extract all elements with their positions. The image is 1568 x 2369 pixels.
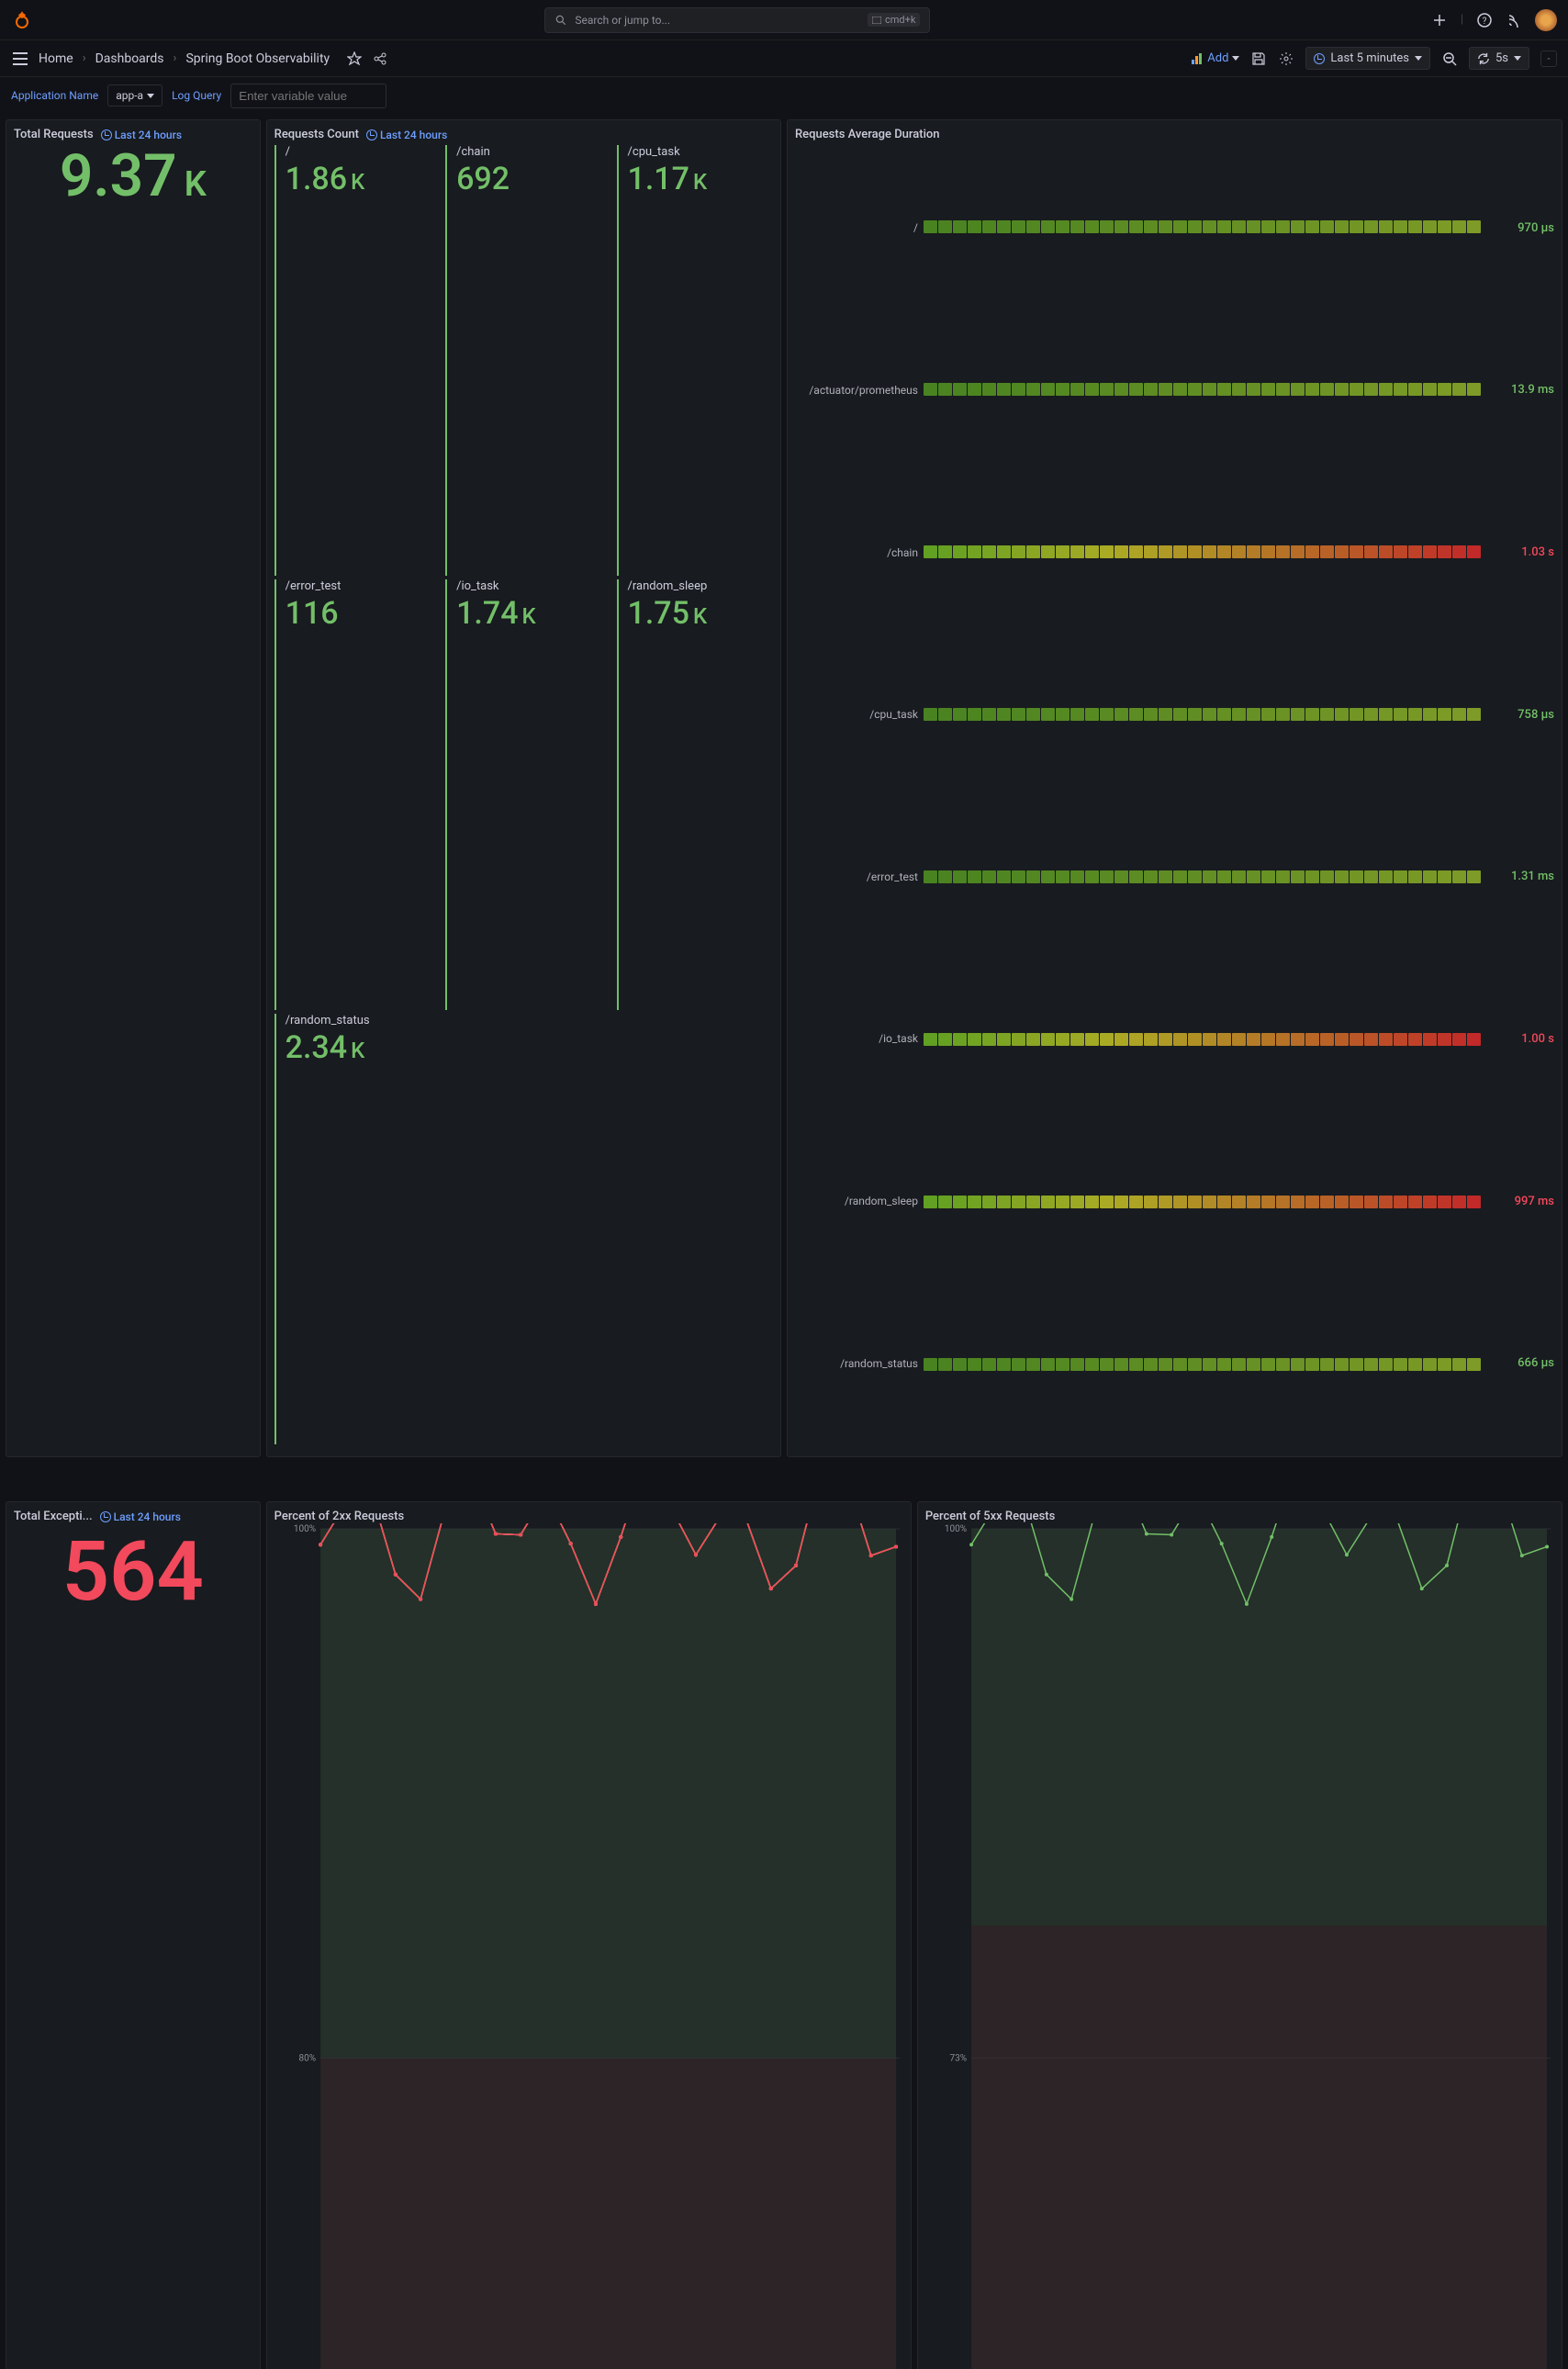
stat-item: /io_task1.74K	[445, 579, 601, 1010]
panel-total-exceptions[interactable]: Total Excepti...Last 24 hours 564	[6, 1501, 261, 2369]
duration-label: /error_test	[795, 870, 918, 883]
help-icon[interactable]: ?	[1476, 12, 1493, 28]
heatmap-row	[924, 1033, 1481, 1046]
duration-label: /	[795, 221, 918, 234]
expand-icon[interactable]	[1540, 51, 1557, 67]
stat-item: /1.86K	[274, 145, 431, 576]
top-bar: Search or jump to... cmd+k | ?	[0, 0, 1568, 40]
heatmap-row	[924, 1358, 1481, 1371]
star-icon[interactable]	[346, 51, 363, 67]
refresh-icon	[1477, 52, 1490, 65]
global-search[interactable]: Search or jump to... cmd+k	[544, 7, 930, 33]
duration-label: /io_task	[795, 1032, 918, 1045]
duration-label: /actuator/prometheus	[795, 384, 918, 397]
var-label-appname: Application Name	[11, 89, 98, 102]
save-icon[interactable]	[1250, 51, 1267, 67]
zoom-out-icon[interactable]	[1441, 51, 1458, 67]
chart-icon	[1191, 52, 1204, 65]
panel-pct-2xx[interactable]: Percent of 2xx Requests 40%60%80%100%15:…	[266, 1501, 912, 2369]
panel-requests-count[interactable]: Requests CountLast 24 hours /1.86K/chain…	[266, 119, 781, 1457]
stat-total-exceptions: 564	[14, 1523, 252, 2369]
duration-value: 758 µs	[1490, 708, 1554, 722]
share-icon[interactable]	[372, 51, 388, 67]
duration-value: 1.03 s	[1490, 545, 1554, 559]
add-panel-button[interactable]: Add	[1191, 51, 1239, 65]
panel-pct-5xx[interactable]: Percent of 5xx Requests 20%47%73%100%15:…	[917, 1501, 1562, 2369]
duration-value: 666 µs	[1490, 1356, 1554, 1370]
crumb-dashboards[interactable]: Dashboards	[95, 51, 164, 66]
news-icon[interactable]	[1506, 12, 1522, 28]
clock-icon	[1314, 53, 1325, 64]
add-icon[interactable]	[1431, 12, 1448, 28]
duration-value: 970 µs	[1490, 221, 1554, 235]
stat-item: /random_status2.34K	[274, 1014, 431, 1444]
duration-value: 997 ms	[1490, 1195, 1554, 1208]
duration-value: 1.00 s	[1490, 1032, 1554, 1046]
duration-value: 1.31 ms	[1490, 870, 1554, 883]
var-select-appname[interactable]: app-a	[107, 84, 162, 107]
var-input-logquery[interactable]	[230, 84, 386, 108]
svg-text:100%: 100%	[294, 1524, 316, 1534]
svg-text:73%: 73%	[949, 2053, 967, 2063]
var-label-logquery: Log Query	[172, 89, 221, 102]
variable-bar: Application Name app-a Log Query	[0, 77, 1568, 114]
duration-label: /random_status	[795, 1357, 918, 1370]
svg-text:?: ?	[1483, 17, 1487, 27]
breadcrumb-bar: Home › Dashboards › Spring Boot Observab…	[0, 40, 1568, 77]
refresh-picker[interactable]: 5s	[1469, 47, 1529, 70]
crumb-home[interactable]: Home	[39, 51, 73, 66]
stat-item: /random_sleep1.75K	[617, 579, 773, 1010]
search-icon	[554, 14, 567, 27]
heatmap-row	[924, 1196, 1481, 1208]
crumb-current: Spring Boot Observability	[185, 51, 330, 66]
panel-total-requests[interactable]: Total RequestsLast 24 hours 9.37K	[6, 119, 261, 1457]
stat-item: /chain692	[445, 145, 601, 576]
grafana-logo[interactable]	[11, 9, 33, 31]
heatmap-row	[924, 220, 1481, 233]
heatmap-row	[924, 870, 1481, 883]
menu-icon[interactable]	[11, 50, 29, 68]
duration-value: 13.9 ms	[1490, 383, 1554, 397]
stat-item: /cpu_task1.17K	[617, 145, 773, 576]
svg-text:100%: 100%	[945, 1524, 967, 1534]
heatmap-row	[924, 383, 1481, 396]
heatmap-row	[924, 708, 1481, 721]
dashboard-grid: Total RequestsLast 24 hours 9.37K Reques…	[0, 114, 1568, 2369]
duration-label: /chain	[795, 546, 918, 559]
svg-text:80%: 80%	[298, 2053, 316, 2063]
stat-item: /error_test116	[274, 579, 431, 1010]
kbd-hint: cmd+k	[868, 13, 920, 27]
time-range-picker[interactable]: Last 5 minutes	[1305, 47, 1430, 70]
stat-total-requests: 9.37K	[14, 141, 252, 1444]
user-avatar[interactable]	[1535, 9, 1557, 31]
settings-icon[interactable]	[1278, 51, 1294, 67]
duration-label: /cpu_task	[795, 708, 918, 721]
duration-label: /random_sleep	[795, 1195, 918, 1207]
panel-avg-duration[interactable]: Requests Average Duration //actuator/pro…	[787, 119, 1562, 1457]
heatmap-row	[924, 545, 1481, 558]
